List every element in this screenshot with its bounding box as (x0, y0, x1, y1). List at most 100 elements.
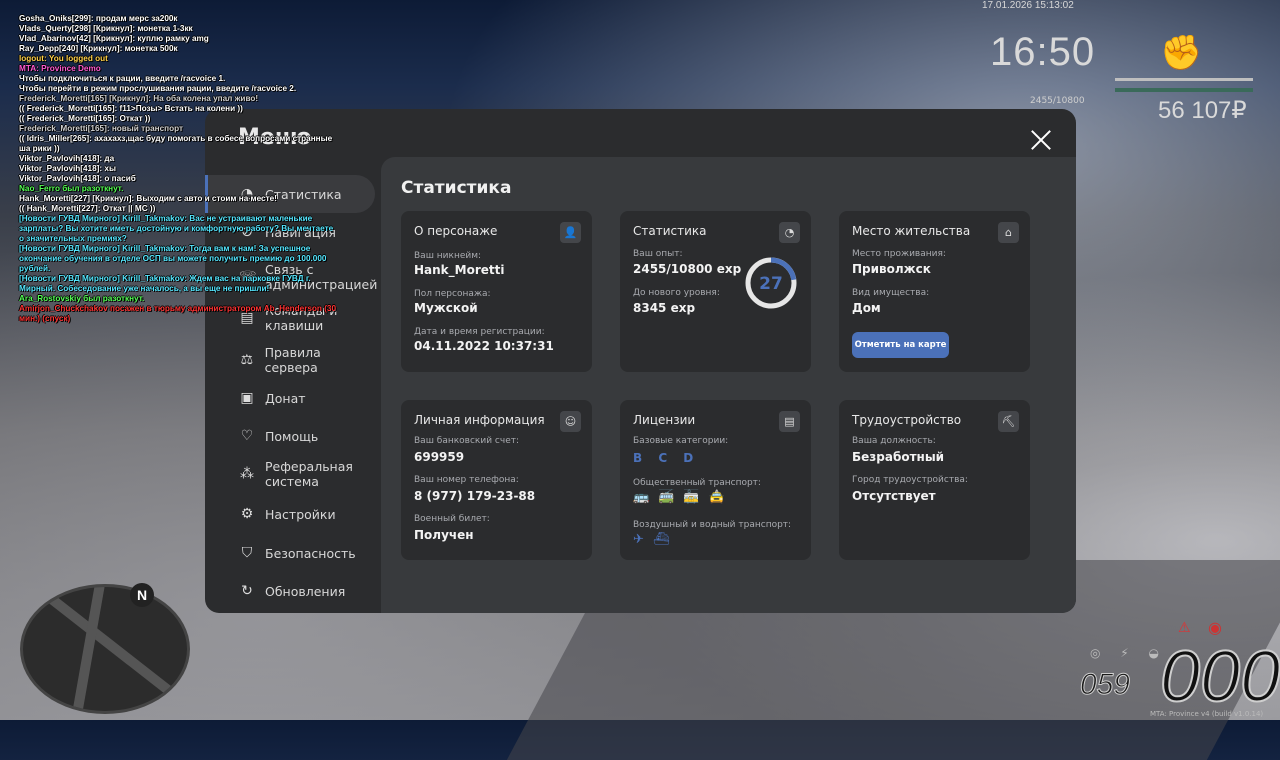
engine-icon: ⚠ (1178, 620, 1191, 636)
north-indicator: N (130, 583, 154, 607)
license-icon: ▤ (779, 411, 800, 432)
card-person: О персонаже 👤 Ваш никнейм: Hank_Moretti … (401, 211, 592, 372)
chat-line: Vlad_Abarinov[42] [Крикнул]: куплю рамку… (19, 34, 209, 43)
close-icon[interactable] (1030, 129, 1052, 151)
air-water-icons: ✈⛴ (633, 532, 678, 547)
nick-value: Hank_Moretti (414, 263, 505, 277)
nick-label: Ваш никнейм: (414, 251, 482, 261)
fuel-text: 059 (1079, 668, 1131, 702)
minimap (20, 584, 190, 714)
pie-chart-icon: ◔ (779, 222, 800, 243)
chat-line: Viktor_Pavlovih[418]: о пасиб (19, 174, 136, 183)
bus-icon: 🚌 (633, 490, 659, 505)
tram-icon: 🚋 (683, 490, 709, 505)
sidebar-item-label: Обновления (265, 583, 346, 599)
mark-on-map-button[interactable]: Отметить на карте (852, 332, 949, 358)
card-personal: Личная информация ☺ Ваш банковский счет:… (401, 400, 592, 560)
card-residence: Место жительства ⌂ Место проживания: При… (839, 211, 1030, 372)
chat-line: (( Frederick_Moretti[165]: Откат )) (19, 114, 151, 123)
shield-icon: ⛉ (241, 545, 253, 561)
phone-label: Ваш номер телефона: (414, 475, 519, 485)
chat-line: Gosha_Oniks[299]: продам мерс за200к (19, 14, 178, 23)
hud-xp-text: 2455/10800 (1030, 96, 1085, 106)
exp-value: 2455/10800 exp (633, 262, 742, 276)
watermark: MTA: Province v4 (build v1.0.14) (1150, 710, 1264, 718)
update-icon: ↻ (241, 583, 253, 599)
military-value: Получен (414, 528, 474, 542)
reg-label: Дата и время регистрации: (414, 327, 545, 337)
sidebar-item-label: Реферальная система (265, 459, 353, 489)
exp-label: Ваш опыт: (633, 249, 683, 259)
gender-value: Мужской (414, 301, 478, 315)
sidebar-item-donate[interactable]: ▣ Донат (205, 379, 375, 417)
taxi-icon: 🚖 (708, 490, 734, 505)
level-ring: 27 (745, 257, 797, 309)
job-city-label: Город трудоустройства: (852, 475, 968, 485)
sidebar-item-label: Безопасность (265, 545, 356, 561)
trolleybus-icon: 🚎 (658, 490, 684, 505)
chat-line: (( Idris_Miller[265]: ахахахз,щас буду п… (19, 134, 335, 153)
gear-icon: ⚙ (240, 506, 254, 522)
job-city-value: Отсутствует (852, 489, 936, 503)
stats-content: Статистика О персонаже 👤 Ваш никнейм: Ha… (381, 157, 1076, 613)
sidebar-item-referral[interactable]: ⁂ Реферальная система (205, 455, 375, 493)
datetime-text: 17.01.2026 15:13:02 (982, 0, 1074, 11)
chat-line: [Новости ГУВД Мирного] Kirill_Takmakov: … (19, 214, 336, 243)
chat-line: Frederick_Moretti[165]: новый транспорт (19, 124, 184, 133)
plane-icon: ✈ (633, 532, 653, 547)
level-value: 27 (759, 274, 783, 294)
sidebar-item-help[interactable]: ♡ Помощь (205, 417, 375, 455)
chat-line: Ara_Rostovskiy был разоткнут. (19, 294, 145, 303)
heart-hand-icon: ♡ (240, 428, 254, 444)
alarm-icon: ◉ (1208, 618, 1222, 637)
reg-value: 04.11.2022 10:37:31 (414, 339, 554, 353)
card-licenses: Лицензии ▤ Базовые категории: B C D Обще… (620, 400, 811, 560)
place-label: Место проживания: (852, 249, 946, 259)
card-title: Трудоустройство (852, 413, 962, 427)
chat-line: logout: You logged out (19, 54, 108, 63)
sidebar-item-label: Правила сервера (264, 345, 321, 375)
card-job: Трудоустройство ⛏ Ваша должность: Безраб… (839, 400, 1030, 560)
sidebar-item-settings[interactable]: ⚙ Настройки (205, 495, 375, 533)
air-water-label: Воздушный и водный транспорт: (633, 520, 792, 530)
phone-value: 8 (977) 179-23-88 (414, 489, 536, 503)
property-value: Дом (852, 301, 881, 315)
chat-line: [Новости ГУВД Мирного] Kirill_Takmakov: … (19, 244, 329, 273)
speedometer-text: 000 (1159, 636, 1280, 718)
chat-line: MTA: Province Demo (19, 64, 101, 73)
chat-line: (( Hank_Moretti[227]: Откат || MC )) (19, 204, 156, 213)
property-label: Вид имущества: (852, 288, 930, 298)
wallet-icon: ▣ (240, 390, 254, 406)
chat-line: Чтобы подключиться к рации, введите /rac… (19, 74, 226, 83)
base-categories-value: B C D (633, 451, 700, 465)
chat-line: (( Frederick_Moretti[165]: f11>Позы> Вст… (19, 104, 243, 113)
sidebar-item-label: Донат (265, 390, 306, 406)
health-bar (1115, 78, 1253, 81)
position-label: Ваша должность: (852, 436, 936, 446)
bank-label: Ваш банковский счет: (414, 436, 520, 446)
card-title: Статистика (633, 224, 707, 238)
chat-line: Чтобы перейти в режим прослушивания раци… (19, 84, 297, 93)
chat-line: Viktor_Pavlovih[418]: да (19, 154, 115, 163)
face-icon: ☺ (560, 411, 581, 432)
user-icon: 👤 (560, 222, 581, 243)
home-icon: ⌂ (998, 222, 1019, 243)
next-level-label: До нового уровня: (633, 288, 720, 298)
sidebar-item-updates[interactable]: ↻ Обновления (205, 572, 375, 610)
fist-icon: ✊ (1160, 33, 1203, 73)
position-value: Безработный (852, 450, 945, 464)
chat-line: Ray_Depp[240] [Крикнул]: монетка 500к (19, 44, 178, 53)
referral-icon: ⁂ (240, 466, 254, 482)
sidebar-item-security[interactable]: ⛉ Безопасность (205, 534, 375, 572)
gender-label: Пол персонажа: (414, 289, 491, 299)
public-transport-label: Общественный транспорт: (633, 478, 761, 488)
scales-icon: ⚖ (240, 352, 254, 368)
sidebar-item-rules[interactable]: ⚖ Правила сервера (205, 341, 375, 379)
chat-line: Viktor_Pavlovih[418]: хы (19, 164, 116, 173)
military-label: Военный билет: (414, 514, 490, 524)
public-transport-icons: 🚌🚎🚋🚖 (633, 490, 734, 505)
content-title: Статистика (401, 178, 512, 198)
place-value: Приволжск (852, 262, 931, 276)
armor-bar (1115, 88, 1253, 92)
chat-line: Vlads_Querty[298] [Крикнул]: монетка 1-3… (19, 24, 193, 33)
